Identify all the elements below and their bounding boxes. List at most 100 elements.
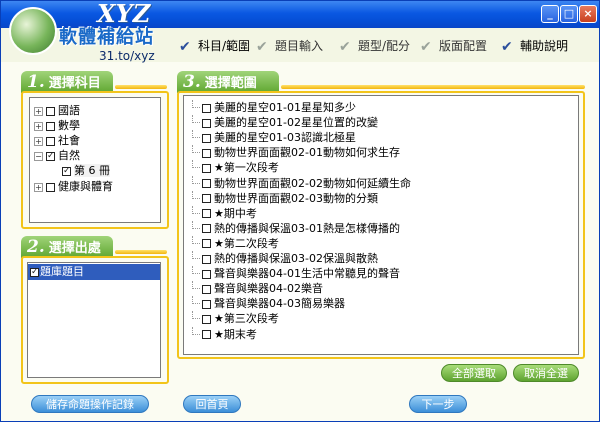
save-log-button[interactable]: 儲存命題操作記錄 bbox=[31, 395, 149, 413]
tree-connector bbox=[192, 160, 200, 169]
close-button[interactable]: × bbox=[579, 5, 597, 23]
home-button[interactable]: 回首頁 bbox=[183, 395, 241, 413]
checkbox[interactable] bbox=[202, 299, 211, 309]
step-label: 科目/範圍 bbox=[198, 39, 251, 53]
tree-connector bbox=[192, 115, 200, 124]
checkbox[interactable] bbox=[30, 267, 39, 277]
tree-node-volume-6[interactable]: 第 6 冊 bbox=[62, 164, 110, 178]
source-item-label: 題庫題目 bbox=[40, 265, 84, 278]
app-window: _ □ × ✔ 科目/範圍 ✔ 題目輸入 ✔ 題型/配分 ✔ 版面配置 ✔ 輔助說明 XY… bbox=[0, 0, 600, 422]
range-item[interactable]: 動物世界面面觀02-01動物如何求生存 bbox=[192, 145, 400, 161]
range-item[interactable]: 美麗的星空01-01星星知多少 bbox=[192, 100, 356, 116]
checkbox[interactable] bbox=[202, 133, 211, 143]
range-list[interactable]: 美麗的星空01-01星星知多少 美麗的星空01-02星星位置的改變 美麗的星空01-… bbox=[183, 95, 579, 355]
range-item[interactable]: 熱的傳播與保溫03-02保溫與散熱 bbox=[192, 251, 378, 267]
header-divider bbox=[115, 250, 167, 254]
tree-node-math[interactable]: + 數學 bbox=[34, 119, 80, 133]
step-label: 版面配置 bbox=[439, 39, 488, 53]
check-icon: ✔ bbox=[339, 38, 351, 55]
step-subject-range[interactable]: ✔ 科目/範圍 bbox=[179, 38, 250, 54]
tree-connector bbox=[192, 311, 200, 320]
deselect-all-button[interactable]: 取消全選 bbox=[513, 364, 579, 382]
source-panel-header: 2. 選擇出處 bbox=[21, 236, 113, 258]
tree-connector bbox=[192, 235, 200, 244]
tree-node-social[interactable]: + 社會 bbox=[34, 134, 80, 148]
step-layout[interactable]: ✔ 版面配置 bbox=[420, 38, 487, 54]
header-divider bbox=[281, 85, 585, 89]
range-item-label: ★第三次段考 bbox=[214, 312, 279, 326]
step-number: 3. bbox=[183, 72, 201, 92]
checkbox[interactable] bbox=[46, 151, 55, 161]
range-item-label: 聲音與樂器04-02樂音 bbox=[214, 282, 323, 296]
checkbox[interactable] bbox=[202, 269, 211, 279]
range-item[interactable]: 美麗的星空01-02星星位置的改變 bbox=[192, 115, 378, 131]
checkbox[interactable] bbox=[202, 224, 211, 234]
checkbox[interactable] bbox=[202, 179, 211, 188]
range-item[interactable]: 美麗的星空01-03認識北極星 bbox=[192, 130, 356, 146]
expand-icon[interactable]: + bbox=[34, 182, 43, 192]
range-item-label: 美麗的星空01-01星星知多少 bbox=[214, 101, 356, 114]
tree-connector bbox=[192, 175, 200, 184]
check-icon: ✔ bbox=[420, 38, 432, 55]
step-number: 1. bbox=[27, 72, 45, 92]
checkbox[interactable] bbox=[202, 103, 211, 113]
tree-node-label: 社會 bbox=[58, 134, 80, 147]
checkbox[interactable] bbox=[202, 194, 211, 204]
checkbox[interactable] bbox=[62, 166, 71, 176]
range-item-label: 美麗的星空01-03認識北極星 bbox=[214, 131, 356, 145]
checkbox[interactable] bbox=[202, 148, 211, 158]
range-item[interactable]: ★第一次段考 bbox=[192, 160, 279, 176]
checkbox[interactable] bbox=[202, 330, 211, 339]
source-panel-title: 選擇出處 bbox=[48, 241, 101, 256]
checkbox[interactable] bbox=[202, 163, 211, 173]
range-item[interactable]: 聲音與樂器04-03簡易樂器 bbox=[192, 296, 345, 312]
range-item-label: 動物世界面面觀02-03動物的分類 bbox=[214, 191, 378, 205]
expand-icon[interactable]: + bbox=[34, 106, 43, 116]
next-step-button[interactable]: 下一步 bbox=[409, 395, 467, 413]
range-item[interactable]: 動物世界面面觀02-02動物如何延續生命 bbox=[192, 175, 411, 192]
tree-node-label: 數學 bbox=[58, 119, 80, 132]
tree-node-nature[interactable]: − 自然 bbox=[34, 149, 80, 163]
source-panel: 2.選擇出處 題庫題目 bbox=[21, 236, 169, 384]
checkbox[interactable] bbox=[46, 136, 55, 146]
subject-tree[interactable]: + 國語 + 數學 + 社會 − 自然 第 6 冊 + 健康與體育 bbox=[29, 97, 161, 223]
expand-icon[interactable]: + bbox=[34, 136, 43, 146]
step-label: 題目輸入 bbox=[275, 39, 324, 53]
checkbox[interactable] bbox=[46, 121, 55, 131]
range-item[interactable]: 動物世界面面觀02-03動物的分類 bbox=[192, 190, 378, 207]
tree-node-chinese[interactable]: + 國語 bbox=[34, 104, 80, 118]
tree-connector bbox=[192, 190, 200, 199]
source-list[interactable]: 題庫題目 bbox=[27, 262, 161, 378]
source-item-question-bank[interactable]: 題庫題目 bbox=[28, 264, 160, 280]
range-item[interactable]: 聲音與樂器04-01生活中常聽見的聲音 bbox=[192, 266, 400, 282]
range-item[interactable]: ★第三次段考 bbox=[192, 311, 279, 327]
tree-connector bbox=[192, 205, 200, 214]
range-item[interactable]: ★期末考 bbox=[192, 326, 257, 343]
checkbox[interactable] bbox=[46, 182, 55, 192]
tree-node-label: 國語 bbox=[58, 104, 80, 117]
checkbox[interactable] bbox=[46, 106, 55, 116]
tree-node-health-pe[interactable]: + 健康與體育 bbox=[34, 180, 113, 194]
range-item[interactable]: ★第二次段考 bbox=[192, 235, 279, 252]
range-item[interactable]: 聲音與樂器04-02樂音 bbox=[192, 281, 323, 297]
expand-icon[interactable]: + bbox=[34, 121, 43, 131]
range-item[interactable]: 熱的傳播與保溫03-01熱是怎樣傳播的 bbox=[192, 220, 400, 237]
checkbox[interactable] bbox=[202, 314, 211, 324]
range-panel-header: 3. 選擇範圍 bbox=[177, 71, 279, 93]
minimize-button[interactable]: _ bbox=[541, 5, 559, 23]
step-help[interactable]: ✔ 輔助說明 bbox=[501, 38, 568, 54]
maximize-button[interactable]: □ bbox=[560, 5, 578, 23]
checkbox[interactable] bbox=[202, 284, 211, 294]
checkbox[interactable] bbox=[202, 239, 211, 249]
checkbox[interactable] bbox=[202, 254, 211, 264]
checkbox[interactable] bbox=[202, 118, 211, 128]
range-item-label: ★第一次段考 bbox=[214, 161, 279, 175]
collapse-icon[interactable]: − bbox=[34, 151, 43, 161]
tree-connector bbox=[192, 130, 200, 139]
step-question-type[interactable]: ✔ 題型/配分 bbox=[339, 38, 410, 54]
step-question-input[interactable]: ✔ 題目輸入 bbox=[256, 38, 323, 54]
select-all-button[interactable]: 全部選取 bbox=[441, 364, 507, 382]
logo-brand-text: 軟體補給站 bbox=[59, 27, 154, 48]
range-item[interactable]: ★期中考 bbox=[192, 205, 257, 222]
checkbox[interactable] bbox=[202, 209, 211, 219]
